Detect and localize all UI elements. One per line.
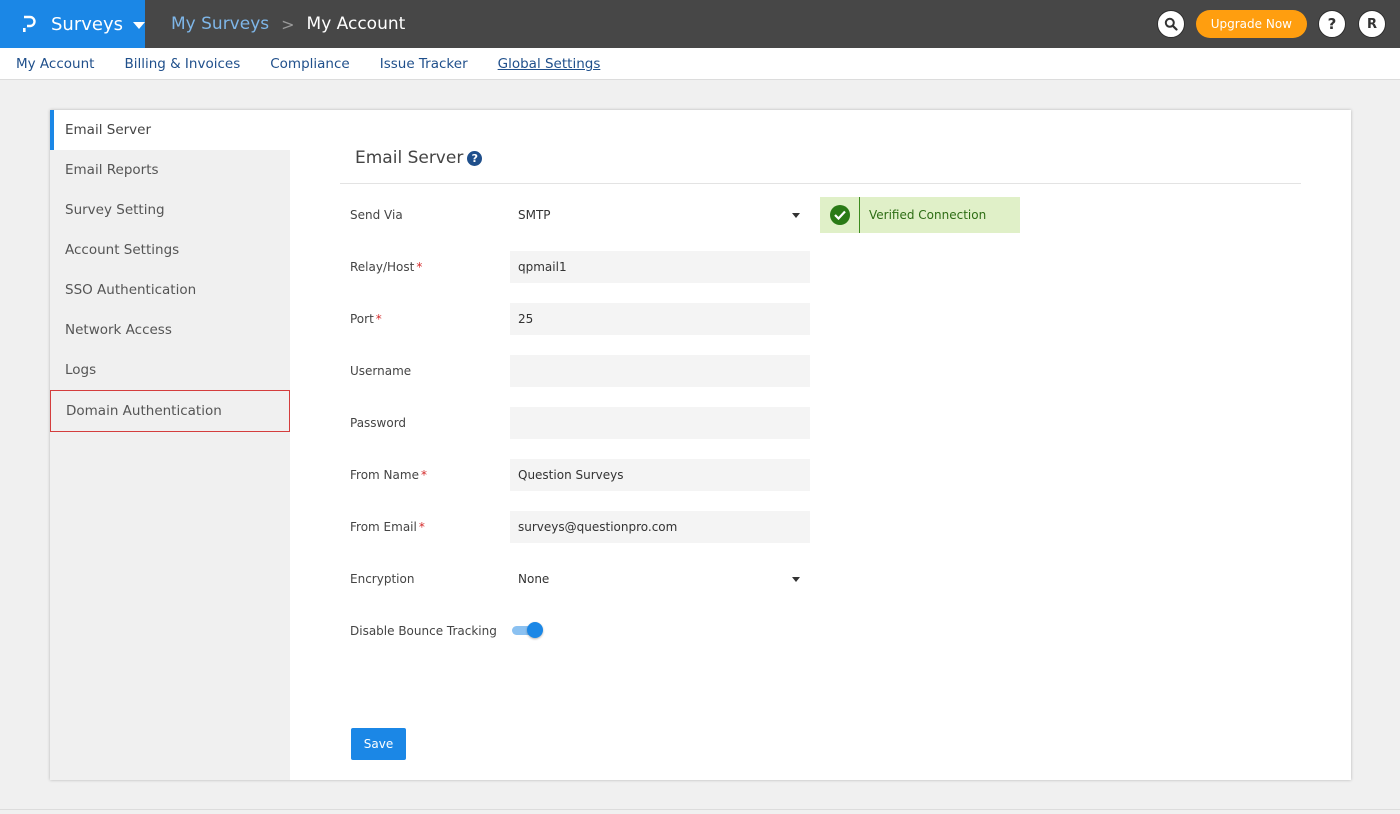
required-marker: * [418,520,425,534]
search-button[interactable] [1156,10,1185,38]
caret-down-icon [792,577,800,582]
product-name: Surveys [51,13,123,35]
save-button[interactable]: Save [351,728,406,760]
sidebar-item-email-reports[interactable]: Email Reports [50,150,290,190]
question-mark-icon: ? [1327,15,1337,33]
send-via-select[interactable]: SMTP [510,199,810,231]
subnav-compliance[interactable]: Compliance [270,56,349,72]
email-server-panel: Email Server ? Send Via SMTP Verified Co… [290,110,1351,780]
account-subnav: My Account Billing & Invoices Compliance… [0,48,1400,80]
upgrade-now-button[interactable]: Upgrade Now [1195,10,1307,38]
from-name-label: From Name * [350,468,427,482]
password-label: Password [350,416,407,430]
send-via-value: SMTP [518,208,551,222]
subnav-billing-invoices[interactable]: Billing & Invoices [124,56,240,72]
avatar[interactable]: R [1358,10,1386,38]
chevron-down-icon [133,21,145,29]
relay-host-label: Relay/Host * [350,260,423,274]
required-marker: * [420,468,427,482]
disable-bounce-tracking-toggle[interactable] [510,622,544,638]
password-input[interactable] [510,407,810,439]
encryption-select[interactable]: None [510,563,810,595]
questionpro-logo-icon [20,14,37,34]
sidebar-item-account-settings[interactable]: Account Settings [50,230,290,270]
sidebar-item-sso-authentication[interactable]: SSO Authentication [50,270,290,310]
port-input[interactable]: 25 [510,303,810,335]
send-via-label: Send Via [350,208,403,222]
footer-divider [0,809,1400,810]
product-switcher[interactable]: Surveys [0,0,145,48]
verified-connection-badge: Verified Connection [820,197,1020,233]
relay-host-input[interactable]: qpmail1 [510,251,810,283]
verified-connection-text: Verified Connection [869,208,987,222]
subnav-global-settings[interactable]: Global Settings [498,56,601,72]
from-email-input[interactable]: surveys@questionpro.com [510,511,810,543]
sidebar-item-survey-setting[interactable]: Survey Setting [50,190,290,230]
port-label: Port * [350,312,382,326]
sidebar-item-email-server[interactable]: Email Server [50,110,290,150]
breadcrumb: My Surveys > My Account [171,0,405,48]
help-button[interactable]: ? [1318,10,1346,38]
help-icon[interactable]: ? [467,150,483,166]
sidebar-item-logs[interactable]: Logs [50,350,290,390]
settings-card: Email Server Email Reports Survey Settin… [50,110,1351,780]
caret-down-icon [792,213,800,218]
subnav-my-account[interactable]: My Account [16,56,94,72]
search-icon [1164,17,1178,31]
top-bar: Surveys My Surveys > My Account Upgrade … [0,0,1400,48]
divider [340,183,1301,184]
page-title: My Account [306,14,406,34]
from-name-input[interactable]: Question Surveys [510,459,810,491]
from-email-label: From Email * [350,520,425,534]
required-marker: * [375,312,382,326]
section-title: Email Server [355,148,464,168]
sidebar-item-domain-authentication[interactable]: Domain Authentication [50,390,290,432]
settings-sidebar: Email Server Email Reports Survey Settin… [50,110,290,780]
breadcrumb-separator: > [281,14,295,34]
encryption-label: Encryption [350,572,415,586]
encryption-value: None [518,572,550,586]
breadcrumb-my-surveys[interactable]: My Surveys [171,14,269,34]
subnav-issue-tracker[interactable]: Issue Tracker [380,56,468,72]
check-circle-icon [829,205,850,225]
toggle-knob [527,622,543,638]
section-header: Email Server ? [355,148,483,168]
username-input[interactable] [510,355,810,387]
required-marker: * [416,260,423,274]
sidebar-item-network-access[interactable]: Network Access [50,310,290,350]
header-actions: Upgrade Now ? R [1156,10,1386,38]
username-label: Username [350,364,412,378]
disable-bounce-tracking-label: Disable Bounce Tracking [350,624,497,638]
